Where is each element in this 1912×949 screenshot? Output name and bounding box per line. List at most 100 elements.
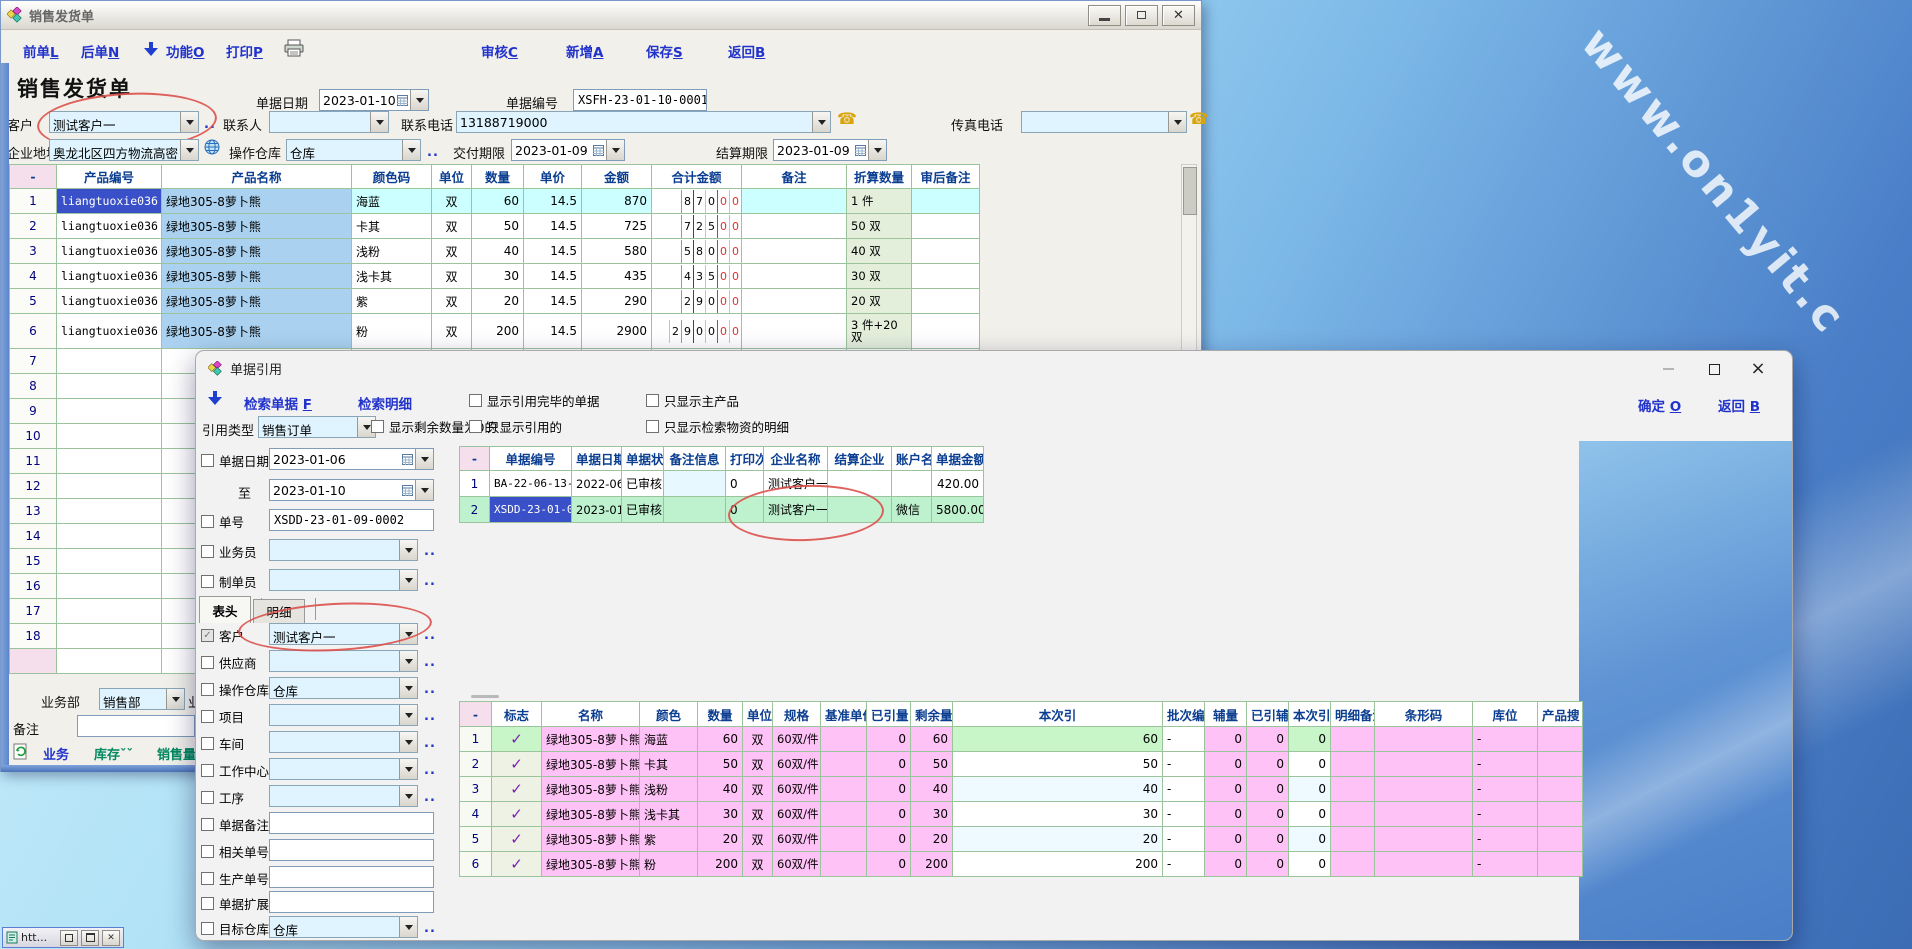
total-amount-ledger-cell[interactable]: 290000 — [652, 314, 742, 349]
grid-cell[interactable]: 14.5 — [524, 189, 582, 214]
grid-cell[interactable]: 0 — [1289, 852, 1331, 877]
grid-cell[interactable] — [1375, 827, 1473, 852]
filter-date-field[interactable]: 2023-01-10 — [269, 479, 434, 501]
grid-cell[interactable]: 双 — [432, 314, 472, 349]
grid-cell[interactable]: 20 — [698, 827, 743, 852]
grid-cell[interactable]: 双 — [432, 189, 472, 214]
doc-date-dropdown-button[interactable] — [410, 90, 428, 110]
grid-cell[interactable]: 2900 — [582, 314, 652, 349]
grid-cell[interactable]: liangtuoxie036 — [57, 239, 162, 264]
browse-dots[interactable]: .. — [424, 763, 436, 778]
grid-cell[interactable] — [57, 349, 162, 374]
grid-cell[interactable]: 0 — [1289, 777, 1331, 802]
grid-cell[interactable]: 40 — [472, 239, 524, 264]
grid-cell[interactable]: 双 — [743, 727, 773, 752]
grid-cell[interactable]: 浅粉 — [352, 239, 432, 264]
checkbox-icon[interactable] — [646, 420, 659, 433]
dropdown-button[interactable] — [399, 570, 417, 590]
dropdown-button[interactable] — [415, 449, 433, 469]
checkbox-icon[interactable] — [469, 420, 482, 433]
grid-cell[interactable]: 60 — [911, 727, 953, 752]
grid-cell[interactable] — [664, 497, 726, 523]
dialog-close-button[interactable]: × — [1748, 359, 1768, 379]
grid-cell[interactable]: 725 — [582, 214, 652, 239]
grid-cell[interactable] — [1538, 727, 1583, 752]
browse-dots[interactable]: .. — [424, 574, 436, 589]
grid-cell[interactable]: 绿地305-8萝卜熊 — [162, 289, 352, 314]
checkbox-icon[interactable] — [201, 922, 214, 935]
grid-cell[interactable]: 435 — [582, 264, 652, 289]
main-titlebar[interactable]: 销售发货单 ✕ — [1, 1, 1201, 30]
grid-cell[interactable]: 20 — [953, 827, 1163, 852]
taskbar-window-fragment[interactable]: htt... ✕ — [2, 927, 124, 948]
grid-cell[interactable]: 已审核 — [622, 497, 664, 523]
grid-cell[interactable] — [1375, 727, 1473, 752]
checkbox-icon[interactable]: ✓ — [201, 629, 214, 642]
filter-checkbox-13[interactable]: 单据备注 — [201, 815, 269, 834]
grid-cell[interactable]: 卡其 — [640, 752, 698, 777]
grid-cell[interactable]: 0 — [1205, 827, 1247, 852]
browse-dots[interactable]: .. — [424, 628, 436, 643]
grid-cell[interactable]: 绿地305-8萝卜熊 — [162, 214, 352, 239]
grid-cell[interactable]: 60双/件 — [773, 752, 821, 777]
grid-cell[interactable]: 0 — [867, 752, 911, 777]
toolbar-back[interactable]: 返回B — [728, 41, 765, 61]
grid-cell[interactable] — [1331, 752, 1375, 777]
grid-cell[interactable]: 双 — [743, 852, 773, 877]
grid-cell[interactable] — [742, 239, 847, 264]
filter-combo-field[interactable] — [269, 704, 418, 726]
grid-cell[interactable]: 50 — [953, 752, 1163, 777]
toolbar-new[interactable]: 新增A — [566, 41, 603, 61]
grid-cell[interactable]: 5800.00 — [932, 497, 984, 523]
checkbox-icon[interactable] — [201, 515, 214, 528]
grid-cell[interactable]: 3 — [460, 777, 492, 802]
grid-cell[interactable]: 1 — [10, 189, 57, 214]
filter-combo-field[interactable] — [269, 569, 418, 591]
grid-cell[interactable]: 9 — [10, 399, 57, 424]
browse-dots[interactable]: .. — [424, 736, 436, 751]
grid-cell[interactable]: 0 — [1289, 827, 1331, 852]
dialog-search-docs[interactable]: 检索单据 F — [244, 393, 312, 413]
grid-cell[interactable] — [1538, 777, 1583, 802]
grid-cell[interactable]: 4 — [10, 264, 57, 289]
filter-checkbox-12[interactable]: 工序 — [201, 788, 244, 807]
grid-cell[interactable]: 卡其 — [352, 214, 432, 239]
bottom-link-sales[interactable]: 销售量 — [157, 744, 196, 763]
checkbox-icon[interactable] — [201, 791, 214, 804]
dialog-search-details[interactable]: 检索明细 — [358, 393, 412, 413]
grid-cell[interactable]: ✓ — [492, 802, 542, 827]
delivery-deadline-field[interactable]: 2023-01-09 — [511, 139, 625, 161]
dept-dropdown-button[interactable] — [166, 689, 184, 709]
warehouse-browse-dots[interactable]: .. — [427, 145, 439, 160]
checkbox-icon[interactable] — [201, 764, 214, 777]
grid-cell[interactable]: 7 — [10, 349, 57, 374]
grid-cell[interactable]: 海蓝 — [640, 727, 698, 752]
grid-cell[interactable]: 5 — [460, 827, 492, 852]
grid-cell[interactable] — [1375, 852, 1473, 877]
dropdown-button[interactable] — [415, 480, 433, 500]
grid-cell[interactable]: 双 — [432, 289, 472, 314]
grid-cell[interactable]: 0 — [1205, 777, 1247, 802]
grid-cell[interactable]: 60 — [953, 727, 1163, 752]
ref-type-combo[interactable]: 销售订单 — [258, 416, 376, 438]
filter-combo-field[interactable] — [269, 539, 418, 561]
grid-cell[interactable]: 60双/件 — [773, 827, 821, 852]
grid-cell[interactable]: liangtuoxie036 — [57, 264, 162, 289]
grid-cell[interactable]: 40 — [911, 777, 953, 802]
grid-cell[interactable]: 1 件 — [847, 189, 912, 214]
grid-cell[interactable]: 40 — [953, 777, 1163, 802]
grid-cell[interactable]: 绿地305-8萝卜熊 — [542, 802, 640, 827]
dropdown-button[interactable] — [399, 759, 417, 779]
filter-combo-field[interactable]: 仓库 — [269, 677, 418, 699]
grid-cell[interactable]: 30 — [698, 802, 743, 827]
grid-cell[interactable]: 0 — [1247, 802, 1289, 827]
warehouse-combo[interactable]: 仓库 — [286, 139, 421, 161]
settle-deadline-field[interactable]: 2023-01-09 — [773, 139, 887, 161]
grid-cell[interactable] — [1538, 752, 1583, 777]
toolbar-function[interactable]: 功能O — [166, 41, 204, 61]
warehouse-dropdown-button[interactable] — [402, 140, 420, 160]
grid-cell[interactable] — [742, 264, 847, 289]
grid-cell[interactable]: 60 — [698, 727, 743, 752]
checkbox-icon[interactable] — [201, 872, 214, 885]
toolbar-prev-doc[interactable]: 前单L — [23, 41, 59, 61]
